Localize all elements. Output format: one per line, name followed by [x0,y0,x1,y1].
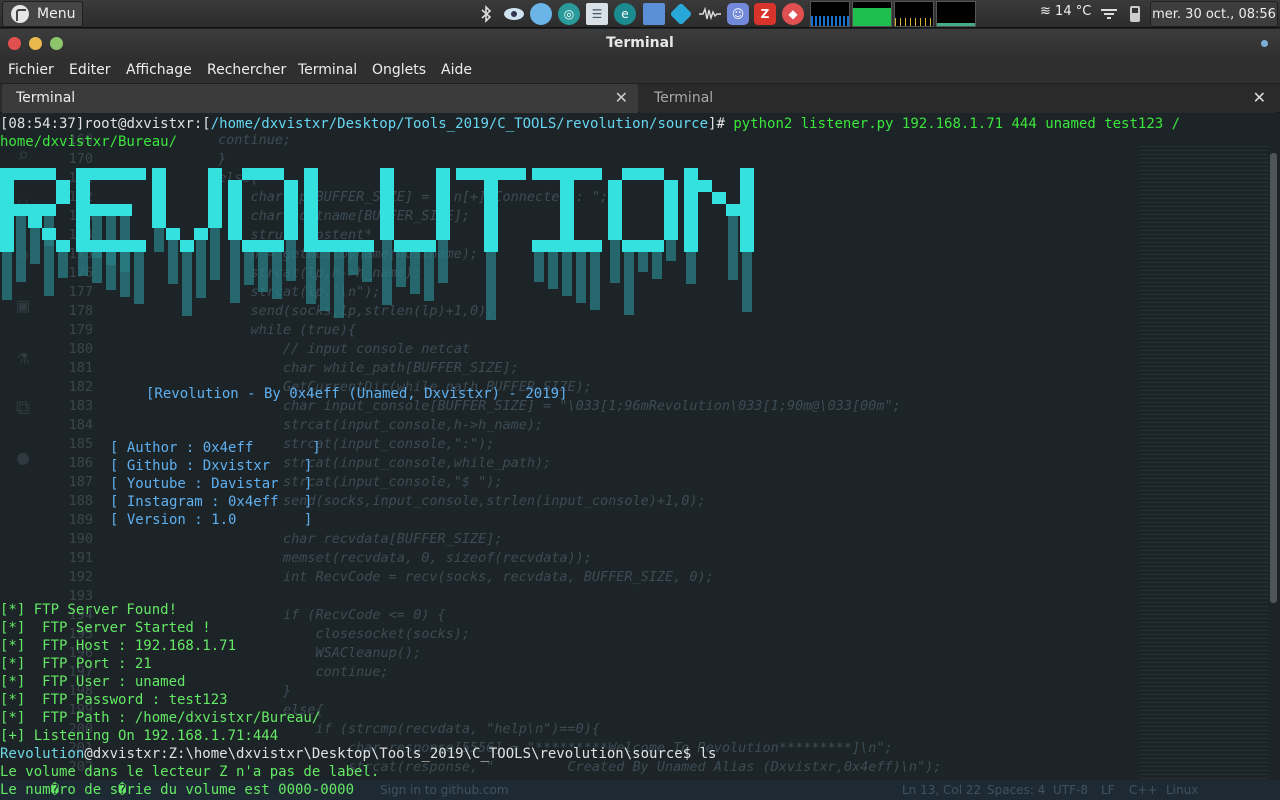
window-title: Terminal [606,35,674,51]
ftp-line: [*] FTP Password : test123 [0,692,228,708]
ftp-line: [*] FTP User : unamed [0,674,186,690]
anydesk-icon[interactable]: ◆ [782,3,804,25]
mint-logo-icon [11,5,29,23]
revolution-prompt: Revolution@dxvistxr:Z:\home\dxvistxr\Des… [0,745,716,763]
language-status: C++ [1129,783,1158,797]
indent-status: Spaces: 4 [987,783,1046,797]
prompt-line: [08:54:37]root@dxvistxr:[/home/dxvistxr/… [0,115,1180,133]
network-graph [894,1,934,27]
revolution-ascii-banner [0,168,760,333]
prompt-time: [08:54:37] [0,116,85,132]
terminal-icon: ⧉ [15,395,31,419]
ftp-line: [*] FTP Path : /home/dxvistxr/Bureau/ [0,710,321,726]
ftp-line: [*] FTP Server Started ! [0,620,211,636]
output-line: Le volume dans le lecteur Z n'a pas de l… [0,764,380,780]
test-flask-icon: ⚗ [16,345,30,369]
tab-terminal-1[interactable]: Terminal ✕ [2,84,638,113]
filezilla-icon[interactable]: Z [754,3,776,25]
kodi-icon[interactable] [669,2,693,26]
menu-label: Menu [37,6,76,22]
app-icon-1[interactable] [530,3,552,25]
output-line: Le num�ro de s�rie du volume est 0000-00… [0,782,355,798]
menubar: Fichier Editer Affichage Rechercher Term… [0,59,1280,83]
notes-icon[interactable]: ☰ [586,3,608,25]
disk-graph [936,1,976,27]
sign-in-status: Sign in to github.com [380,783,509,797]
prompt-end: ]# [708,116,734,132]
window-titlebar[interactable]: Terminal [0,29,1280,59]
terminal-scrollbar[interactable] [1270,153,1277,603]
github-icon: ● [16,445,30,469]
menu-affichage[interactable]: Affichage [126,62,192,78]
indicator-dot-icon [1261,40,1268,47]
app-icon-2[interactable]: ◎ [558,3,580,25]
info-youtube: [ Youtube : Davistar ] [110,476,313,492]
rev-prompt-rest: @dxvistxr:Z:\home\dxvistxr\Desktop\Tools… [84,746,717,762]
tab-label: Terminal [654,90,714,106]
prompt-path: /home/dxvistxr/Desktop/Tools_2019/C_TOOL… [210,116,709,132]
close-tab-icon[interactable]: ✕ [615,88,628,107]
menu-aide[interactable]: Aide [441,62,472,78]
audio-icon[interactable] [698,3,722,25]
tab-bar: Terminal ✕ Terminal ✕ [0,84,1280,113]
menu-terminal[interactable]: Terminal [298,62,357,78]
discord-icon[interactable]: ☺ [726,3,750,25]
prompt-user: root@dxvistxr:[ [84,116,211,132]
menu-fichier[interactable]: Fichier [8,62,54,78]
command-continuation: home/dxvistxr/Bureau/ [0,134,178,150]
weather-applet[interactable]: ≋ 14 °C [1040,4,1091,19]
ftp-line: [*] FTP Port : 21 [0,656,152,672]
edge-icon[interactable]: e [614,3,636,25]
weather-icon: ≋ [1040,4,1051,19]
info-instagram: [ Instagram : 0x4eff ] [110,494,313,510]
folder-icon[interactable] [642,3,666,25]
menu-button[interactable]: Menu [2,1,83,27]
eol-status: LF [1101,783,1115,797]
network-icon[interactable] [1098,3,1120,25]
clock[interactable]: mer. 30 oct., 08:56 [1150,1,1278,27]
ftp-line: [*] FTP Server Found! [0,602,178,618]
os-status: Linux [1166,783,1199,797]
terminal-view[interactable]: ⌕ ⑂ ⊘ ▣ ⚗ ⧉ ● 169 170 171 172 173 174 17… [0,113,1280,800]
memory-graph [852,1,892,27]
close-tab-icon[interactable]: ✕ [1253,88,1266,107]
battery-icon[interactable] [1124,3,1146,25]
weather-temp: 14 °C [1055,4,1092,19]
menu-editer[interactable]: Editer [69,62,110,78]
editor-minimap [1140,143,1268,783]
info-github: [ Github : Dxvistxr ] [110,458,313,474]
encoding-status: UTF-8 [1053,783,1088,797]
system-panel: Menu ◎ ☰ e ☺ Z ◆ ≋ 14 °C mer. 30 oct., 0… [0,0,1280,28]
menu-rechercher[interactable]: Rechercher [207,62,286,78]
cursor-position: Ln 13, Col 22 [902,783,982,797]
listening-line: [+] Listening On 192.168.1.71:444 [0,728,279,744]
info-version: [ Version : 1.0 ] [110,512,313,528]
byline: [Revolution - By 0x4eff (Unamed, Dxvistx… [146,386,568,402]
tab-label: Terminal [16,90,76,106]
ftp-line: [*] FTP Host : 192.168.1.71 [0,638,237,654]
tab-terminal-2[interactable]: Terminal ✕ [640,84,1276,113]
info-author: [ Author : 0x4eff ] [110,440,321,456]
menu-onglets[interactable]: Onglets [372,62,426,78]
bluetooth-icon[interactable] [477,3,495,25]
rev-prompt-name: Revolution [0,746,85,762]
eye-icon[interactable] [502,3,526,25]
command-text: python2 listener.py 192.168.1.71 444 una… [733,116,1181,132]
cpu-graph [810,1,850,27]
